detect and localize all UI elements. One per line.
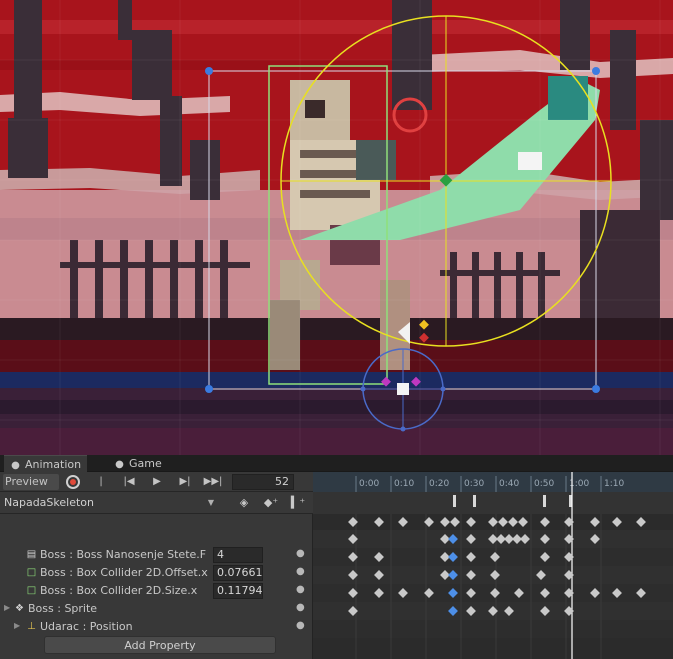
- keyframe-filter-button[interactable]: ◈: [236, 495, 252, 511]
- property-row[interactable]: ▤ Boss : Boss Nanosenje Stete.F 4 ●: [0, 546, 313, 564]
- animation-window: ●Animation ●Game Preview |◀◀ |◀ ▶ ▶| ▶▶|…: [0, 455, 673, 659]
- skull-pickup: [518, 152, 542, 170]
- keyframe-dot-icon[interactable]: ●: [296, 567, 305, 577]
- property-value-field[interactable]: 4: [213, 547, 263, 563]
- clip-row: NapadaSkeleton ▼ ◈ ◆⁺ ▍⁺: [0, 492, 313, 514]
- tab-game[interactable]: ● Game: [108, 455, 168, 472]
- add-event-button[interactable]: ▍⁺: [290, 495, 306, 511]
- panel-tabbar: ● Animation ● Game: [0, 455, 673, 472]
- ruler-tick-label[interactable]: 0:00: [359, 479, 379, 489]
- play-icon: ▶: [153, 476, 161, 487]
- next-keyframe-button[interactable]: ▶|: [176, 474, 194, 490]
- ruler-tick-label[interactable]: 0:20: [429, 479, 449, 489]
- rect-handle-bottom-left[interactable]: [205, 385, 213, 393]
- scene-canvas: [0, 0, 673, 455]
- preview-button[interactable]: Preview: [3, 474, 59, 490]
- box-collider-icon: □: [26, 567, 37, 578]
- keyframe-dot-icon[interactable]: ●: [296, 549, 305, 559]
- add-event-icon: ▍⁺: [290, 496, 306, 509]
- property-row[interactable]: ▶ ⊥ Udarac : Position ●: [0, 618, 313, 636]
- ruler-tick-label[interactable]: 0:10: [394, 479, 414, 489]
- transform-move-handle[interactable]: [397, 383, 409, 395]
- sprite-icon: ❖: [15, 603, 24, 614]
- scene-view[interactable]: [0, 0, 673, 455]
- add-property-button[interactable]: Add Property: [44, 636, 276, 654]
- clip-name: NapadaSkeleton: [4, 496, 94, 509]
- rect-handle-top-right[interactable]: [592, 67, 600, 75]
- ruler-tick-label[interactable]: 1:10: [604, 479, 624, 489]
- gamepad-icon: ●: [115, 459, 124, 470]
- prev-keyframe-button[interactable]: |◀: [120, 474, 138, 490]
- expand-arrow-icon[interactable]: ▶: [14, 621, 20, 630]
- animation-event-marker[interactable]: [453, 495, 456, 507]
- property-row[interactable]: ▶ ❖ Boss : Sprite ●: [0, 600, 313, 618]
- skip-last-icon: ▶▶|: [203, 476, 223, 487]
- box-collider-icon: □: [26, 585, 37, 596]
- chevron-down-icon: ▼: [207, 498, 214, 507]
- animation-event-marker[interactable]: [473, 495, 476, 507]
- expand-arrow-icon[interactable]: ▶: [4, 603, 10, 612]
- keyframe-dot-icon[interactable]: ●: [296, 621, 305, 631]
- add-keyframe-icon: ◆⁺: [263, 496, 279, 509]
- property-value-field[interactable]: 0.11794: [213, 583, 263, 599]
- dopesheet[interactable]: 0:00 0:10 0:20 0:30 0:40 0:50 1:00 1:10: [313, 472, 673, 659]
- tab-animation[interactable]: ● Animation: [4, 455, 88, 472]
- record-button[interactable]: [66, 475, 80, 489]
- rect-handle-top-left[interactable]: [205, 67, 213, 75]
- diamond-crosshair-icon: ◈: [239, 496, 249, 509]
- animation-event-marker[interactable]: [543, 495, 546, 507]
- clip-dropdown[interactable]: NapadaSkeleton ▼: [4, 495, 214, 511]
- play-button[interactable]: ▶: [148, 474, 166, 490]
- keyframe-dot-icon[interactable]: ●: [296, 585, 305, 595]
- first-keyframe-button[interactable]: |◀◀: [92, 474, 110, 503]
- dopesheet-canvas: 0:00 0:10 0:20 0:30 0:40 0:50 1:00 1:10: [313, 472, 673, 659]
- ruler-tick-label[interactable]: 0:50: [534, 479, 554, 489]
- property-value-field[interactable]: 0.07661: [213, 565, 263, 581]
- add-keyframe-button[interactable]: ◆⁺: [263, 495, 279, 511]
- frame-input[interactable]: 52: [232, 474, 294, 490]
- last-keyframe-button[interactable]: ▶▶|: [202, 474, 224, 490]
- ruler-tick-label[interactable]: 0:30: [464, 479, 484, 489]
- ruler-tick-label[interactable]: 0:40: [499, 479, 519, 489]
- script-icon: ▤: [26, 549, 37, 560]
- step-forward-icon: ▶|: [179, 476, 191, 487]
- property-row[interactable]: □ Boss : Box Collider 2D.Size.x 0.11794 …: [0, 582, 313, 600]
- animation-properties-pane: Preview |◀◀ |◀ ▶ ▶| ▶▶| 52 NapadaSkeleto…: [0, 472, 313, 659]
- step-back-icon: |◀: [123, 476, 135, 487]
- keyframe-dot-icon[interactable]: ●: [296, 603, 305, 613]
- transform-icon: ⊥: [27, 621, 36, 632]
- rect-handle-bottom-right[interactable]: [592, 385, 600, 393]
- ground-water: [0, 372, 673, 390]
- animation-toolbar: Preview |◀◀ |◀ ▶ ▶| ▶▶| 52: [0, 472, 313, 503]
- property-row[interactable]: □ Boss : Box Collider 2D.Offset.x 0.0766…: [0, 564, 313, 582]
